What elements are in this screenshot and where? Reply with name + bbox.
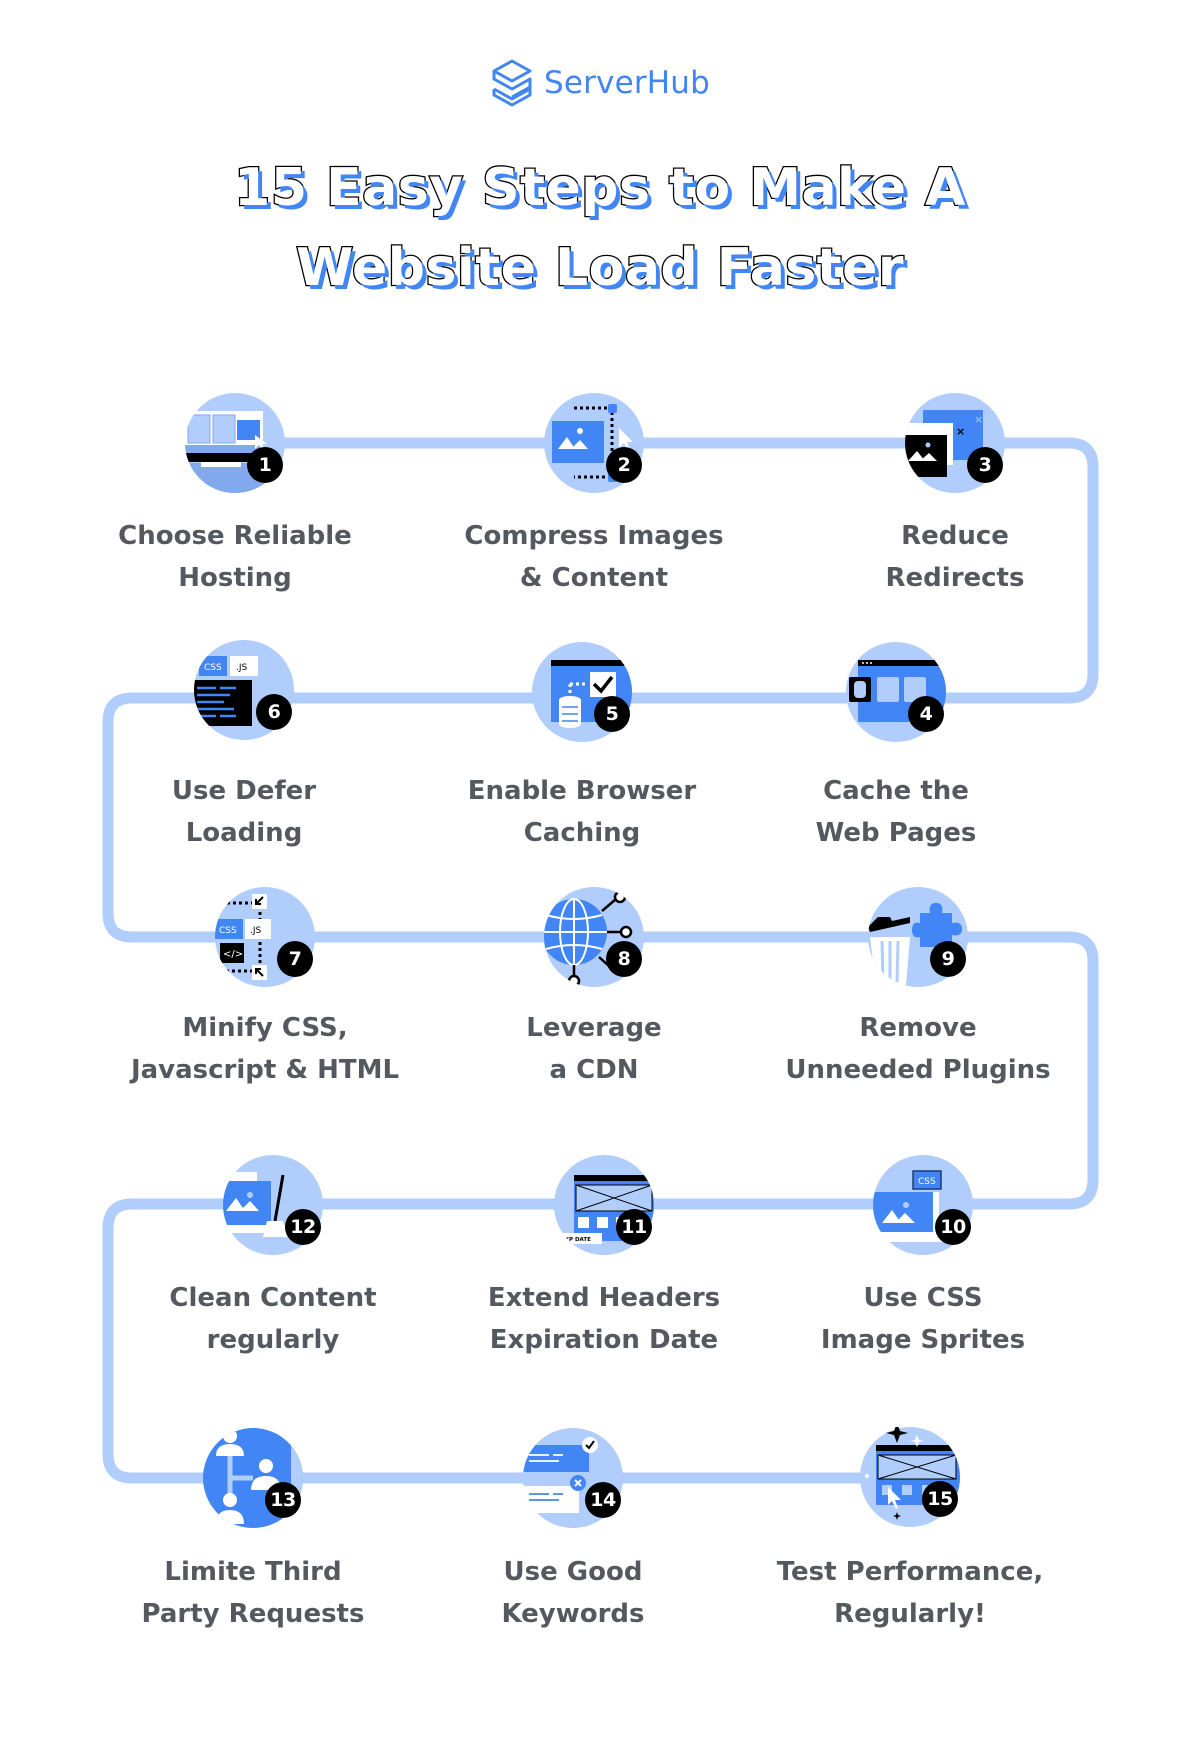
- step-4-label: Cache the Web Pages: [815, 776, 977, 848]
- step-13-label: Limite Third Party Requests: [141, 1557, 365, 1629]
- step-15-number-badge: 15: [922, 1481, 958, 1517]
- step-5-number-badge: 5: [594, 696, 630, 732]
- svg-text:</>: </>: [223, 949, 243, 960]
- step-3-number-badge: 3: [967, 447, 1003, 483]
- step-1-number-badge: 1: [247, 447, 283, 483]
- svg-text:CSS: CSS: [219, 926, 237, 936]
- svg-text:×: ×: [956, 425, 965, 438]
- svg-text:.JS: .JS: [236, 663, 248, 673]
- step-11-number-badge: 11: [616, 1209, 652, 1245]
- step-8-number-badge: 8: [606, 941, 642, 977]
- step-6-label: Use Defer Loading: [171, 776, 317, 848]
- step-3-label: Reduce Redirects: [885, 521, 1025, 593]
- page-title-line-2: Website Load Faster: [295, 237, 905, 300]
- svg-text:CSS: CSS: [204, 663, 222, 673]
- infographic: ServerHub 15 Easy Steps to Make A Websit…: [0, 0, 1200, 1747]
- step-11-label: Extend Headers Expiration Date: [487, 1283, 721, 1355]
- step-15-label: Test Performance, Regularly!: [776, 1557, 1044, 1629]
- step-10-label: Use CSS Image Sprites: [820, 1283, 1026, 1355]
- step-2-number-badge: 2: [606, 447, 642, 483]
- svg-text:CSS: CSS: [918, 1177, 936, 1187]
- svg-text:×: ×: [974, 413, 983, 426]
- step-14-number-badge: 14: [585, 1482, 621, 1518]
- step-9-number-badge: 9: [930, 941, 966, 977]
- step-14-label: Use Good Keywords: [501, 1557, 645, 1629]
- step-6-number-badge: 6: [256, 694, 292, 730]
- step-2-label: Compress Images & Content: [464, 521, 724, 593]
- stacked-cube-s-icon: [492, 59, 532, 107]
- step-12-label: Clean Content regularly: [169, 1283, 377, 1355]
- step-7-label: Minify CSS, Javascript & HTML: [130, 1013, 400, 1085]
- svg-text:.JS: .JS: [250, 926, 262, 936]
- svg-text:EXP DATE: EXP DATE: [561, 1237, 591, 1243]
- step-1-label: Choose Reliable Hosting: [118, 521, 352, 593]
- step-7-number-badge: 7: [277, 941, 313, 977]
- step-9-label: Remove Unneeded Plugins: [785, 1013, 1051, 1085]
- step-13-number-badge: 13: [265, 1482, 301, 1518]
- brand-logo: ServerHub: [0, 58, 1200, 108]
- step-4-number-badge: 4: [908, 696, 944, 732]
- brand-name: ServerHub: [543, 65, 711, 101]
- step-10-number-badge: 10: [935, 1209, 971, 1245]
- step-5-label: Enable Browser Caching: [467, 776, 697, 848]
- page-title-line-1: 15 Easy Steps to Make A: [233, 157, 967, 220]
- step-8-label: Leverage a CDN: [526, 1013, 662, 1085]
- step-12-number-badge: 12: [285, 1209, 321, 1245]
